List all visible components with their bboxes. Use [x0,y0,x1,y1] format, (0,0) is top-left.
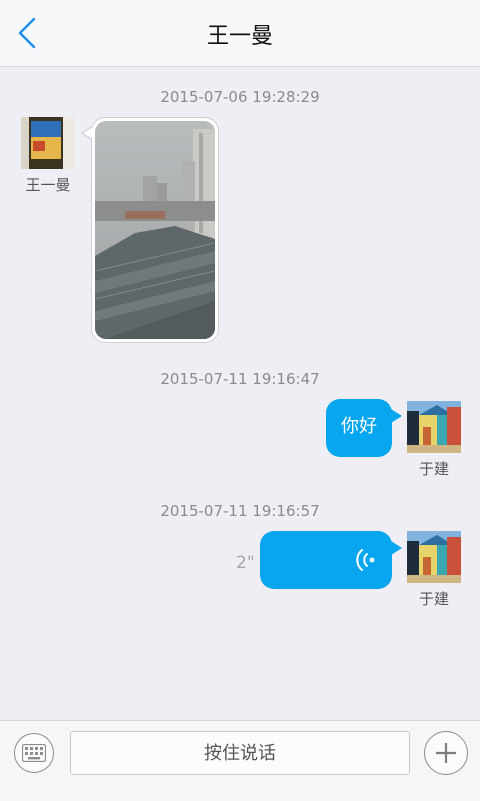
message-timestamp: 2015-07-11 19:16:47 [160,370,320,388]
sender-name: 王一曼 [25,176,71,194]
chat-title: 王一曼 [206,24,273,49]
message-text: 你好 [341,416,377,437]
message-timestamp: 2015-07-11 19:16:57 [160,502,320,520]
chat-header: 王一曼 [0,0,480,67]
image-message[interactable] [81,117,219,343]
avatar-self[interactable] [407,531,461,583]
bubble-tail [83,127,93,139]
avatar-self[interactable] [407,401,461,453]
more-options-button[interactable] [424,731,468,775]
sender-name: 于建 [418,590,449,608]
message-timestamp: 2015-07-06 19:28:29 [160,88,320,106]
input-bar: 按住说话 [0,720,480,801]
voice-message[interactable] [260,531,402,589]
bubble-tail [391,409,402,423]
avatar-sender-1[interactable] [21,117,75,169]
keyboard-icon [22,744,46,762]
photo-thumbnail [95,121,215,339]
sender-name: 于建 [418,460,449,478]
text-message[interactable]: 你好 [326,399,402,457]
bubble-tail [391,541,402,555]
voice-duration: 2" [236,553,255,573]
voice-wave-icon [356,549,375,571]
plus-icon [436,743,456,763]
keyboard-toggle-button[interactable] [14,733,54,773]
hold-to-talk-button[interactable]: 按住说话 [70,731,410,775]
